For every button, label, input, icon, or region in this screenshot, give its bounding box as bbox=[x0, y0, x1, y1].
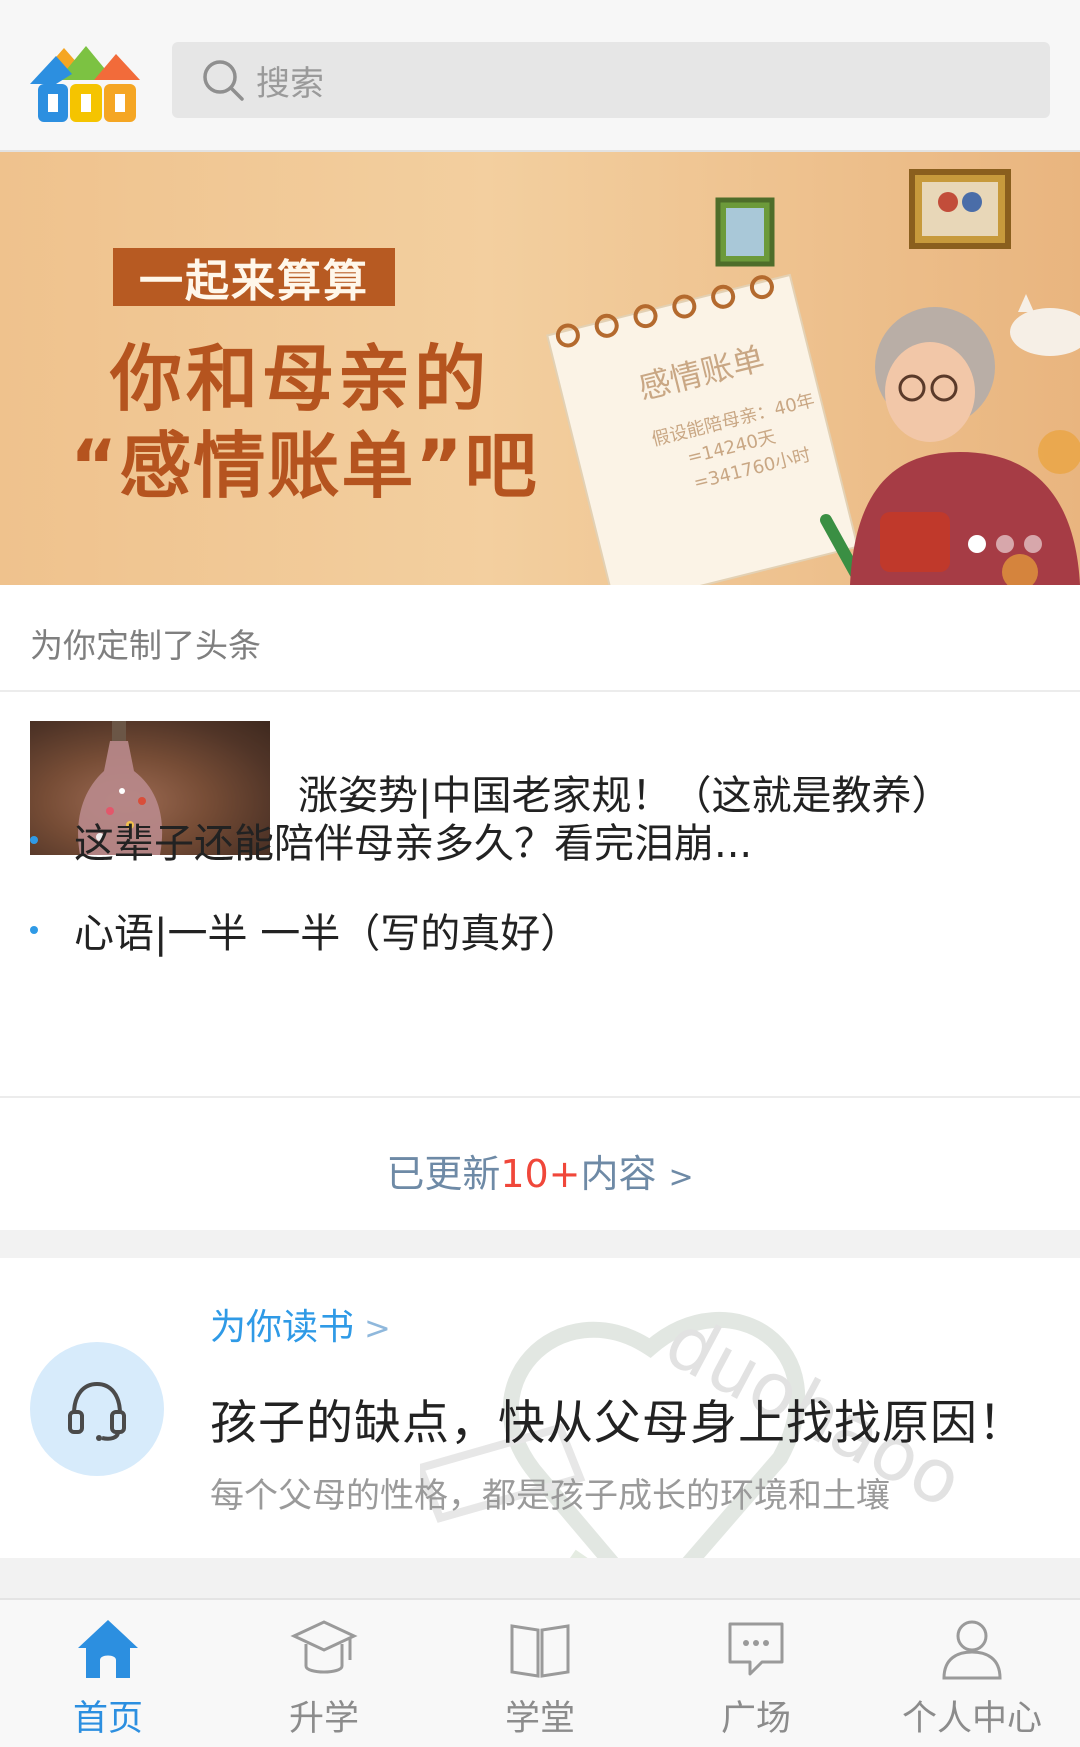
audio-button[interactable] bbox=[30, 1342, 164, 1476]
reading-section-link[interactable]: 为你读书 > bbox=[210, 1298, 391, 1350]
carousel-dot[interactable] bbox=[996, 535, 1014, 553]
banner-tag: 一起来算算 bbox=[113, 248, 395, 307]
bottom-nav: 首页 升学 学堂 广场 个人中心 bbox=[0, 1598, 1080, 1747]
update-count: 10+ bbox=[500, 1152, 581, 1196]
tab-label: 学堂 bbox=[504, 1699, 575, 1739]
tab-label: 首页 bbox=[72, 1699, 143, 1739]
tab-label: 广场 bbox=[720, 1699, 791, 1739]
chat-bubble-icon bbox=[728, 1622, 784, 1676]
home-icon bbox=[78, 1620, 138, 1678]
more-updates-link[interactable]: 已更新10+内容 > bbox=[0, 1143, 1080, 1198]
headphones-icon bbox=[68, 1381, 126, 1441]
more-prefix: 已更新 bbox=[386, 1152, 501, 1196]
top-bar: 搜索 bbox=[0, 0, 1080, 152]
promo-banner[interactable]: 一起来算算 你和母亲的 “感情账单”吧 感情账单 假设能陪母亲：40年 =142… bbox=[0, 152, 1080, 585]
divider bbox=[0, 1096, 1080, 1098]
headline-item[interactable]: 这辈子还能陪伴母亲多久？看完泪崩... bbox=[30, 811, 752, 869]
search-input[interactable]: 搜索 bbox=[172, 42, 1050, 118]
divider bbox=[0, 690, 1080, 692]
bullet-dot bbox=[30, 926, 38, 934]
tab-classroom[interactable]: 学堂 bbox=[432, 1600, 648, 1747]
headline-item-text: 心语|一半 一半（写的真好） bbox=[74, 911, 581, 957]
user-icon bbox=[942, 1620, 1002, 1680]
tab-profile[interactable]: 个人中心 bbox=[864, 1600, 1080, 1747]
headline-item-text: 这辈子还能陪伴母亲多久？看完泪崩... bbox=[74, 821, 753, 867]
section-title: 为你定制了头条 bbox=[30, 626, 261, 665]
house-logo-icon[interactable] bbox=[28, 40, 144, 124]
open-book-icon bbox=[510, 1624, 570, 1678]
app-screen: 搜索 一起来算算 你和母亲的 “感情账单”吧 感情账单 假设能陪母亲：40年 =… bbox=[0, 0, 1080, 1747]
carousel-dot[interactable] bbox=[968, 535, 986, 553]
more-suffix: 内容 bbox=[580, 1152, 657, 1196]
reading-title[interactable]: 孩子的缺点，快从父母身上找找原因！ bbox=[210, 1384, 1026, 1453]
chevron-right-icon: > bbox=[364, 1309, 391, 1347]
graduation-cap-icon bbox=[290, 1620, 358, 1674]
reading-label: 为你读书 bbox=[210, 1307, 355, 1348]
carousel-indicator[interactable] bbox=[968, 535, 1042, 553]
tab-label: 个人中心 bbox=[901, 1699, 1042, 1739]
bullet-dot bbox=[30, 836, 38, 844]
tab-label: 升学 bbox=[288, 1699, 359, 1739]
reading-subtitle: 每个父母的性格，都是孩子成长的环境和土壤 bbox=[210, 1476, 890, 1516]
search-icon bbox=[203, 60, 244, 101]
book-reading-card[interactable]: duohaoo 为你读书 > 孩子的缺点，快从父母身上找找原因！ 每个父母的性格，… bbox=[0, 1258, 1080, 1558]
banner-headline-line2: “感情账单”吧 bbox=[70, 424, 539, 508]
headlines-section: 为你定制了头条 涨姿势|中国老家规！（这就是教养） 这辈子还能陪伴母亲多久？看完… bbox=[0, 585, 1080, 1230]
chevron-right-icon: > bbox=[668, 1160, 694, 1195]
headline-item[interactable]: 心语|一半 一半（写的真好） bbox=[30, 901, 580, 959]
tab-admission[interactable]: 升学 bbox=[216, 1600, 432, 1747]
tab-plaza[interactable]: 广场 bbox=[648, 1600, 864, 1747]
tab-home[interactable]: 首页 bbox=[0, 1600, 216, 1747]
search-placeholder: 搜索 bbox=[256, 63, 324, 104]
carousel-dot[interactable] bbox=[1024, 535, 1042, 553]
